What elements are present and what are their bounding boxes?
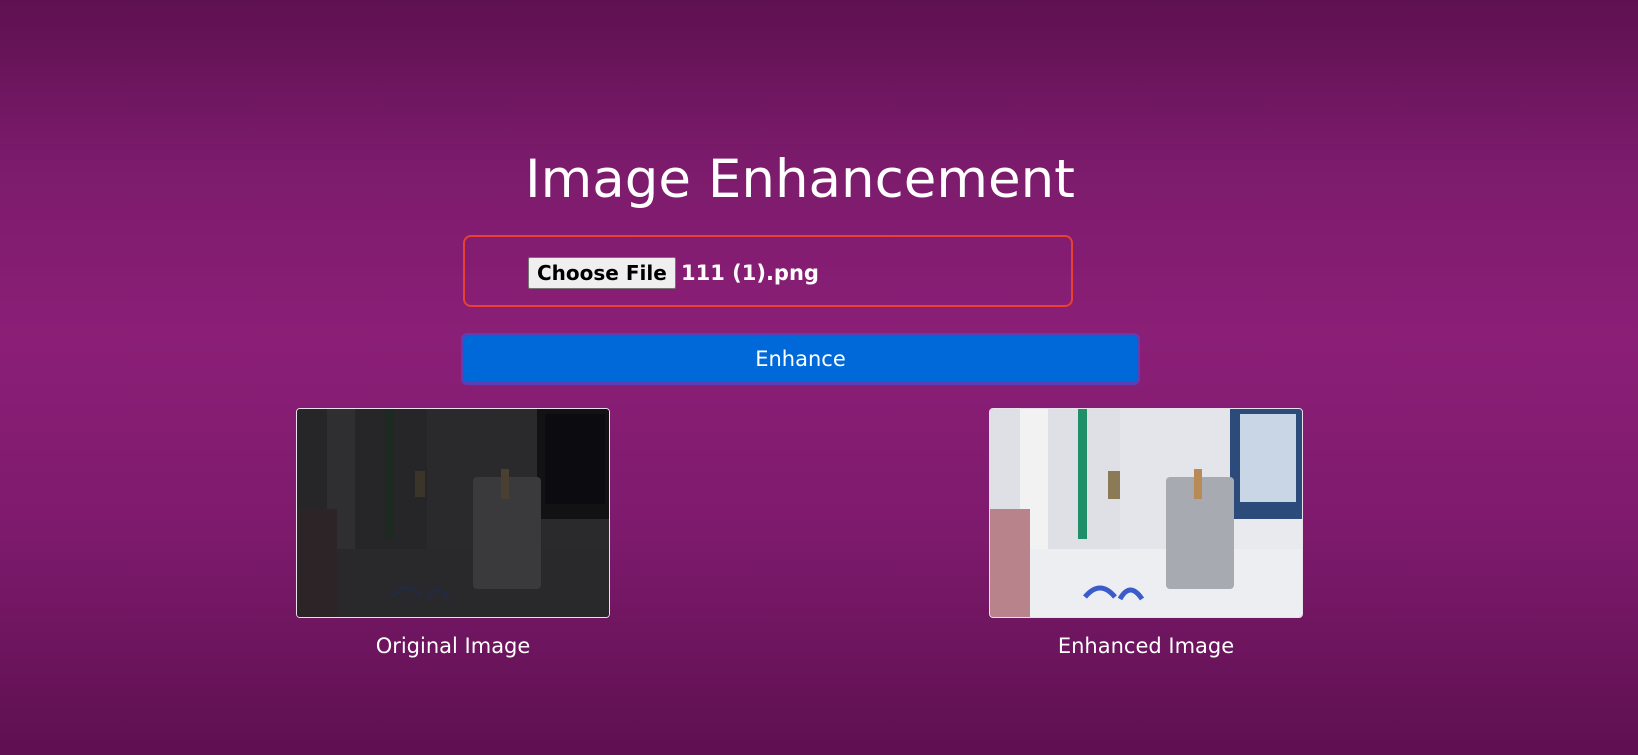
original-image	[296, 408, 610, 618]
enhanced-image-caption: Enhanced Image	[1057, 634, 1235, 658]
page-title: Image Enhancement	[525, 149, 1075, 210]
enhanced-image	[989, 408, 1303, 618]
original-image-caption: Original Image	[375, 634, 531, 658]
original-image-picture	[297, 409, 609, 617]
enhance-button[interactable]: Enhance	[461, 333, 1140, 385]
choose-file-button[interactable]: Choose File	[528, 257, 676, 289]
file-upload-area: Choose File 111 (1).png	[463, 235, 1073, 307]
selected-file-name: 111 (1).png	[681, 261, 819, 285]
enhanced-image-picture	[990, 409, 1302, 617]
